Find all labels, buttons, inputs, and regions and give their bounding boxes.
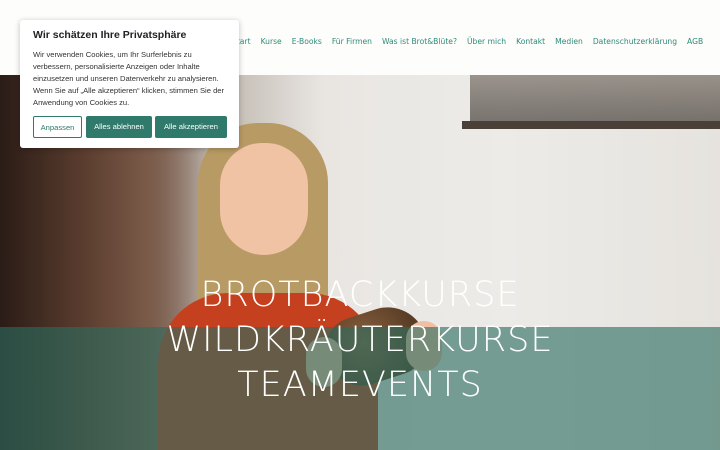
hero-claim-line-1: BROTBACKKURSE [200, 275, 520, 315]
nav-item-medien[interactable]: Medien [555, 37, 583, 46]
nav-item-agb[interactable]: AGB [687, 37, 703, 46]
hero-claim-line-2: WILDKRÄUTERKURSE [166, 320, 554, 360]
nav-item-kurse[interactable]: Kurse [261, 37, 282, 46]
cookie-consent-dialog: Wir schätzen Ihre Privatsphäre Wir verwe… [20, 20, 239, 148]
reject-all-button[interactable]: Alles ablehnen [86, 116, 152, 138]
nav-item-ebooks[interactable]: E-Books [292, 37, 322, 46]
hero-background-shelf-items [470, 75, 720, 121]
accept-all-button[interactable]: Alle akzeptieren [155, 116, 227, 138]
main-navigation: Start Kurse E-Books Für Firmen Was ist B… [232, 37, 713, 46]
customize-button[interactable]: Anpassen [33, 116, 82, 138]
nav-item-was-ist-brot-bluete[interactable]: Was ist Brot&Blüte? [382, 37, 457, 46]
cookie-dialog-title: Wir schätzen Ihre Privatsphäre [33, 29, 187, 41]
nav-item-ueber-mich[interactable]: Über mich [467, 37, 506, 46]
nav-item-fuer-firmen[interactable]: Für Firmen [332, 37, 372, 46]
nav-item-datenschutz[interactable]: Datenschutzerklärung [593, 37, 677, 46]
hero-claim-line-3: TEAMEVENTS [237, 365, 483, 405]
nav-item-kontakt[interactable]: Kontakt [516, 37, 545, 46]
hero-background-shelf [462, 121, 720, 129]
hero-photo-face [220, 143, 308, 255]
cookie-dialog-text: Wir verwenden Cookies, um Ihr Surferlebn… [33, 50, 225, 107]
